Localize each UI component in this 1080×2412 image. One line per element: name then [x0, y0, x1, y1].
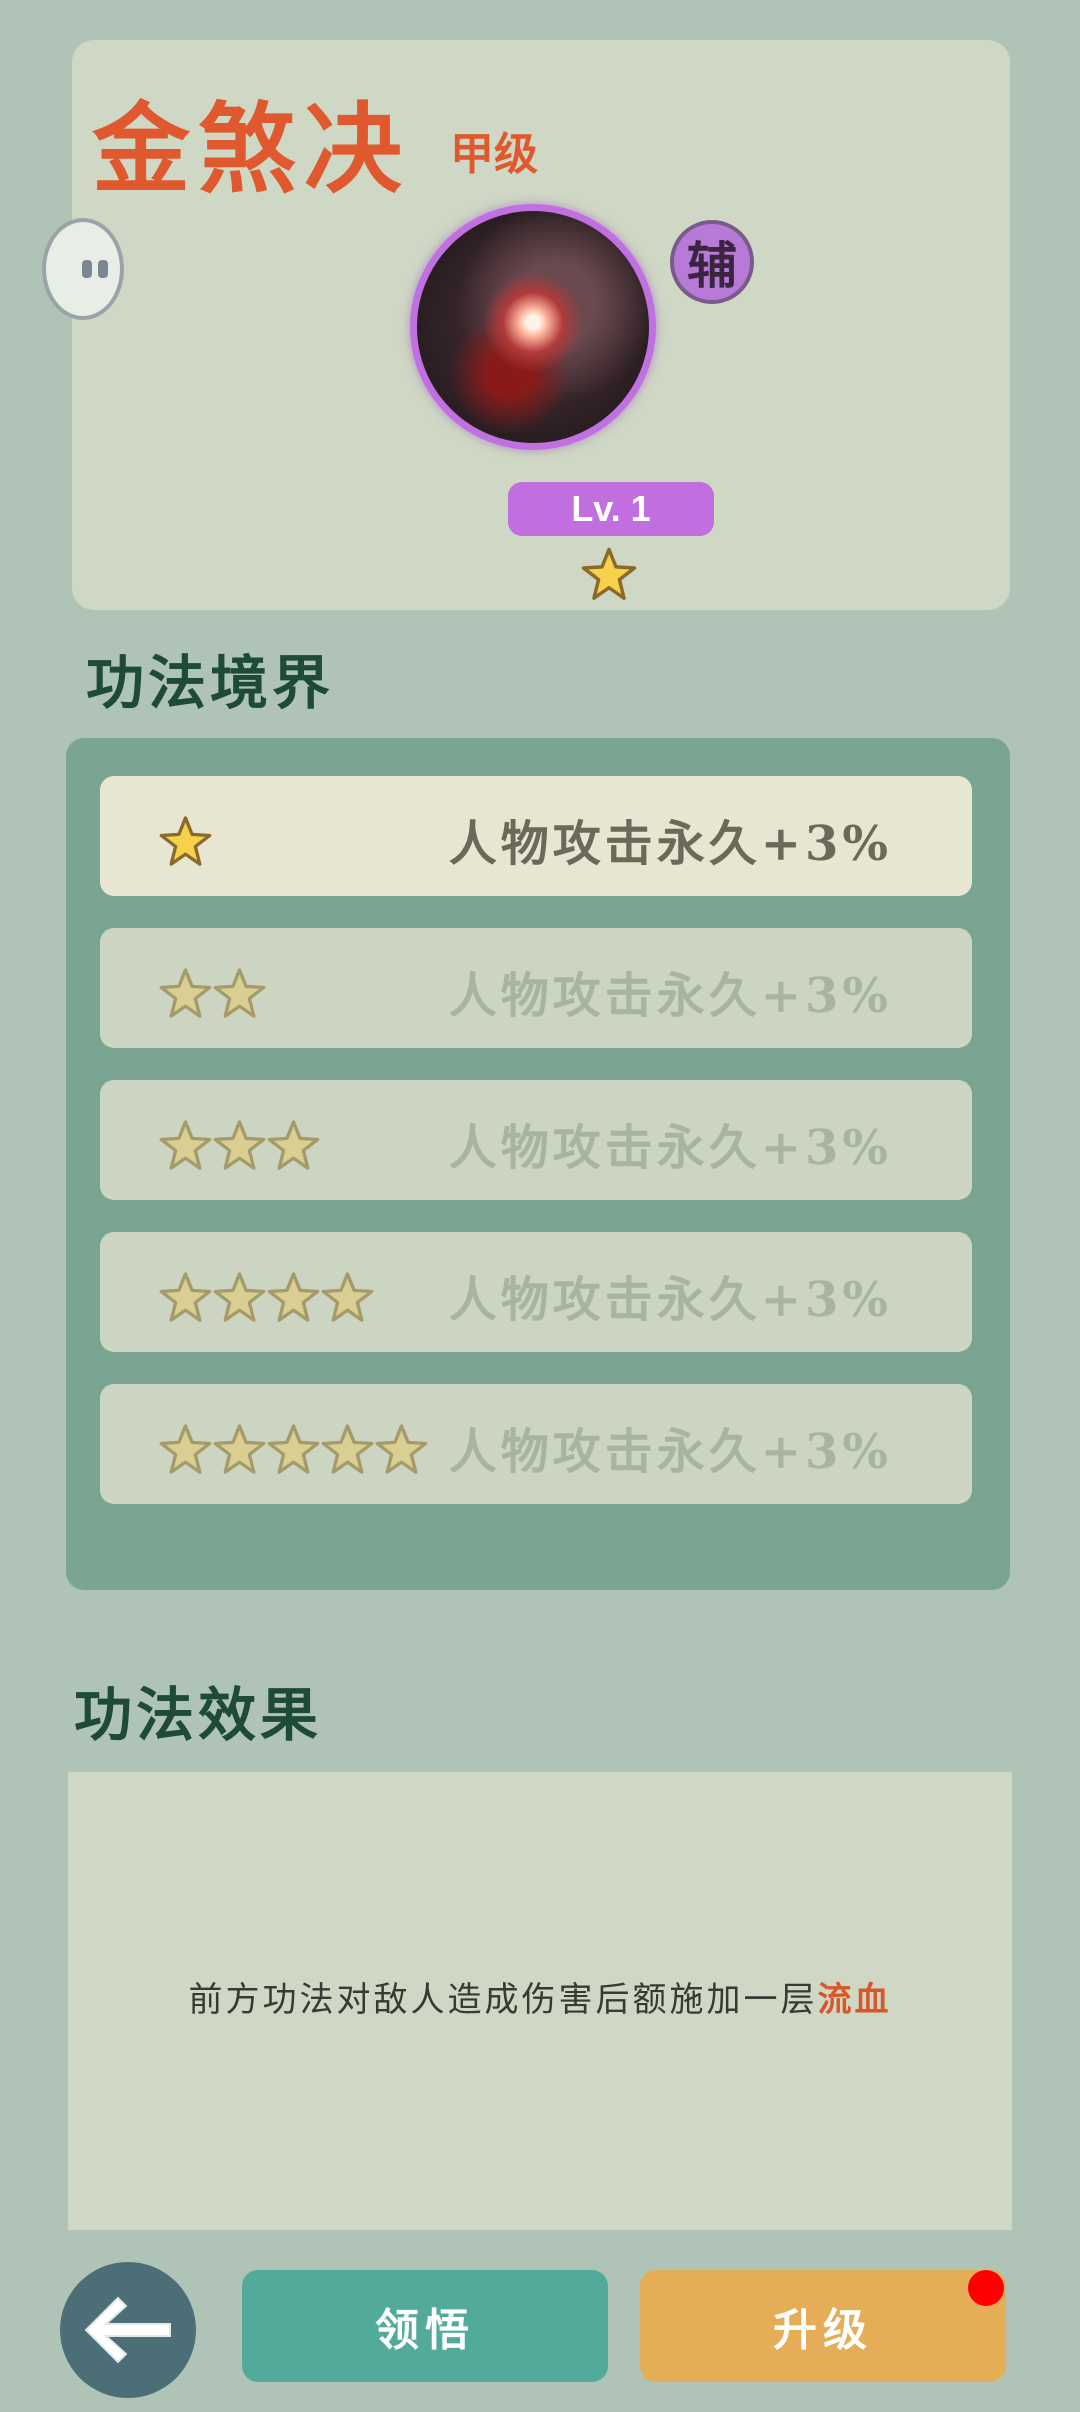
realm-stars — [158, 1422, 428, 1478]
back-button[interactable] — [60, 2262, 196, 2398]
level-badge: Lv. 1 — [508, 482, 714, 536]
effect-description: 前方功法对敌人造成伤害后额施加一层流血 — [68, 1972, 1012, 2021]
realm-row-3[interactable]: 人物攻击永久+3% — [100, 1080, 972, 1200]
realm-row-1[interactable]: 人物攻击永久+3% — [100, 776, 972, 896]
skill-blood-burst-icon — [410, 204, 656, 450]
realm-bonus-text: 人物攻击永久+3% — [448, 1272, 892, 1328]
skill-header-card: 金煞决 甲级 辅 Lv. 1 — [42, 40, 1010, 610]
star-icon — [267, 1424, 320, 1474]
effect-description-box: 前方功法对敌人造成伤害后额施加一层流血 — [68, 1772, 1012, 2230]
realm-row-2[interactable]: 人物攻击永久+3% — [100, 928, 972, 1048]
star-icon — [159, 1424, 212, 1474]
effect-text: 前方功法对敌人造成伤害后额施加一层 — [188, 1980, 818, 2020]
skill-name: 金煞决 — [92, 92, 411, 207]
notification-dot — [968, 2270, 1004, 2306]
realm-bonus-text: 人物攻击永久+3% — [448, 1424, 892, 1480]
star-icon — [159, 1120, 212, 1170]
star-icon — [581, 547, 637, 600]
effect-keyword-bleed[interactable]: 流血 — [818, 1980, 892, 2020]
star-icon — [159, 1272, 212, 1322]
effect-section-title: 功法效果 — [74, 1681, 323, 1749]
learn-button[interactable]: 领悟 — [242, 2270, 608, 2382]
realm-bonus-text: 人物攻击永久+3% — [448, 1120, 892, 1176]
realm-stars — [158, 1118, 320, 1174]
star-icon — [321, 1272, 374, 1322]
skill-star-rating — [580, 546, 638, 602]
realm-bonus-text: 人物攻击永久+3% — [448, 968, 892, 1024]
realm-stars — [158, 814, 212, 870]
star-icon — [213, 1424, 266, 1474]
realm-stars — [158, 966, 266, 1022]
realm-stars — [158, 1270, 374, 1326]
role-badge: 辅 — [670, 220, 754, 304]
arrow-left-icon — [84, 2296, 171, 2364]
realm-row-5[interactable]: 人物攻击永久+3% — [100, 1384, 972, 1504]
star-icon — [159, 816, 212, 866]
skill-avatar[interactable] — [410, 204, 666, 460]
star-icon — [375, 1424, 428, 1474]
star-icon — [159, 968, 212, 1018]
skill-grade: 甲级 — [450, 129, 538, 180]
star-icon — [267, 1120, 320, 1170]
realm-row-4[interactable]: 人物攻击永久+3% — [100, 1232, 972, 1352]
star-icon — [213, 968, 266, 1018]
upgrade-button[interactable]: 升级 — [640, 2270, 1006, 2382]
realm-bonus-text: 人物攻击永久+3% — [448, 816, 892, 872]
star-icon — [213, 1120, 266, 1170]
star-icon — [213, 1272, 266, 1322]
realm-panel: 人物攻击永久+3% 人物攻击永久+3% 人物攻击永久+3% 人物攻击永久+3% … — [66, 738, 1010, 1590]
floating-assistant-button[interactable] — [42, 218, 124, 320]
realm-section-title: 功法境界 — [86, 649, 335, 717]
star-icon — [267, 1272, 320, 1322]
star-icon — [321, 1424, 374, 1474]
